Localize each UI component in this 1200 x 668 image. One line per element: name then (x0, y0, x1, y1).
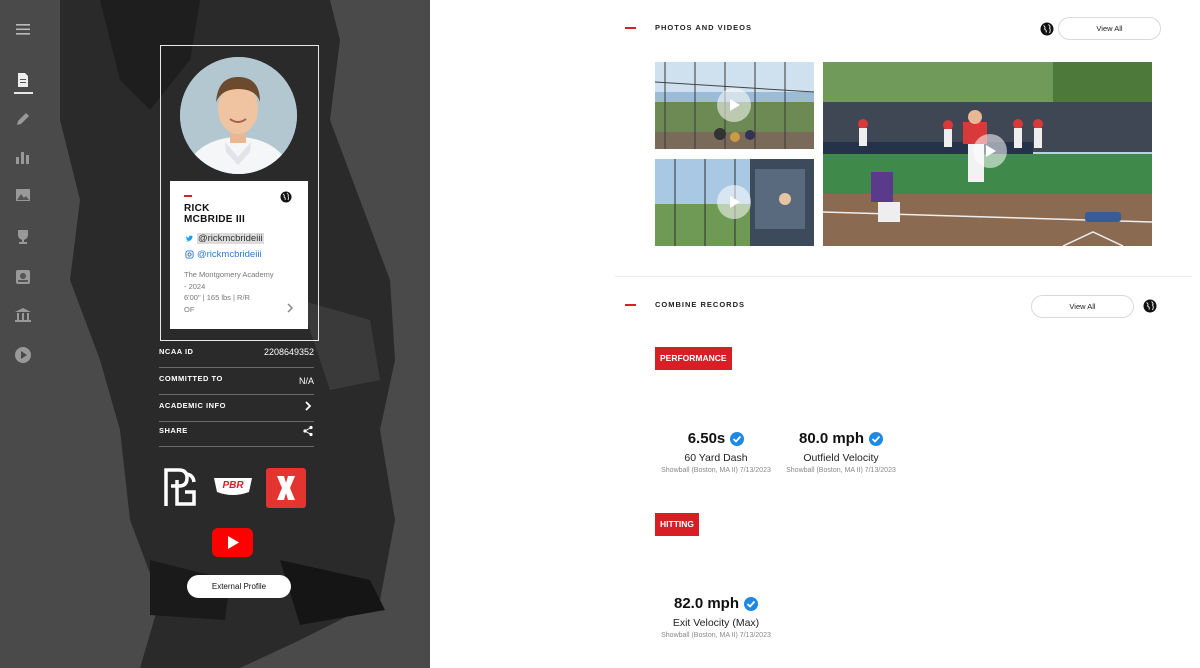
perfect-game-logo[interactable] (163, 466, 197, 508)
document-icon[interactable] (14, 71, 32, 89)
stat-source: Showball (Boston, MA II) 7/13/2023 (661, 632, 771, 639)
academic-info-label: ACADEMIC INFO (159, 401, 226, 410)
active-nav-indicator (14, 92, 33, 94)
stat-name: Outfield Velocity (803, 452, 879, 464)
class-year: - 2024 (184, 282, 206, 291)
share-row[interactable]: SHARE (159, 422, 314, 447)
stat-value: 6.50s (687, 430, 726, 447)
share-label: SHARE (159, 426, 188, 435)
twitter-link[interactable]: @rickmcbrideiii (185, 233, 264, 244)
combine-section-dash (625, 304, 636, 306)
video-thumbnail-large[interactable] (823, 62, 1152, 246)
verified-check-icon (744, 596, 759, 611)
globe-icon[interactable] (1040, 22, 1054, 36)
stat-name: Exit Velocity (Max) (672, 617, 760, 629)
globe-icon[interactable] (1143, 299, 1157, 313)
school-info: The Montgomery Academy - 2024 (184, 269, 284, 293)
twitter-handle[interactable]: @rickmcbrideiii (197, 233, 264, 244)
school-name: The Montgomery Academy (184, 270, 274, 279)
pbr-logo[interactable]: PBR (212, 474, 254, 498)
combine-view-all-button[interactable]: View All (1031, 295, 1134, 318)
stat-60-yard-dash: 6.50s 60 Yard Dash Showball (Boston, MA … (651, 430, 781, 474)
pencil-icon[interactable] (14, 110, 32, 128)
photos-section-dash (625, 27, 636, 29)
mailbox-icon[interactable] (14, 268, 32, 286)
ncaa-id-label: NCAA ID (159, 347, 194, 356)
photos-videos-title: PHOTOS AND VIDEOS (655, 23, 753, 32)
globe-icon[interactable] (280, 191, 292, 203)
hitting-tag: HITTING (655, 513, 699, 536)
player-avatar (180, 57, 297, 174)
video-thumbnail-2[interactable] (655, 159, 814, 246)
x-logo[interactable] (266, 468, 306, 508)
stat-source: Showball (Boston, MA II) 7/13/2023 (786, 467, 896, 474)
external-profile-button[interactable]: External Profile (187, 575, 291, 598)
bar-chart-icon[interactable] (14, 148, 32, 166)
stat-value: 80.0 mph (798, 430, 865, 447)
academic-info-row[interactable]: ACADEMIC INFO (159, 397, 314, 422)
combine-records-title: COMBINE RECORDS (655, 300, 746, 309)
player-last-name: MCBRIDE III (184, 214, 246, 225)
menu-icon[interactable] (14, 20, 32, 38)
stat-outfield-velocity: 80.0 mph Outfield Velocity Showball (Bos… (776, 430, 906, 474)
verified-check-icon (869, 431, 884, 446)
play-circle-icon[interactable] (14, 346, 32, 364)
image-icon[interactable] (14, 186, 32, 204)
play-icon[interactable] (973, 134, 1007, 168)
stat-value-row: 82.0 mph (673, 595, 759, 612)
stat-value-row: 6.50s (688, 430, 745, 447)
left-profile-panel: RICK MCBRIDE III @rickmcbrideiii @rickmc… (0, 0, 430, 668)
instagram-link[interactable]: @rickmcbrideiii (185, 249, 262, 260)
youtube-icon[interactable] (212, 528, 253, 557)
section-divider (615, 276, 1192, 277)
trophy-icon[interactable] (14, 228, 32, 246)
play-icon[interactable] (717, 88, 751, 122)
twitter-icon (185, 235, 194, 242)
svg-text:PBR: PBR (222, 480, 244, 491)
performance-tag: PERFORMANCE (655, 347, 732, 370)
stat-exit-velocity: 82.0 mph Exit Velocity (Max) Showball (B… (651, 595, 781, 639)
chevron-right-icon[interactable] (302, 400, 314, 412)
verified-check-icon (730, 431, 745, 446)
play-icon[interactable] (717, 185, 751, 219)
instagram-icon (185, 250, 194, 259)
profile-card[interactable]: RICK MCBRIDE III @rickmcbrideiii @rickmc… (170, 181, 308, 329)
card-accent-dash (184, 195, 192, 197)
share-icon[interactable] (302, 425, 314, 437)
player-measurements: 6'00" | 165 lbs | R/R (184, 293, 250, 302)
committed-to-label: COMMITTED TO (159, 374, 223, 383)
stat-value-row: 80.0 mph (798, 430, 884, 447)
player-position: OF (184, 305, 195, 314)
bank-icon[interactable] (14, 306, 32, 324)
stat-source: Showball (Boston, MA II) 7/13/2023 (661, 467, 771, 474)
ncaa-id-value: 2208649352 (263, 347, 314, 357)
ncaa-id-row: NCAA ID 2208649352 (159, 343, 314, 368)
committed-to-row: COMMITTED TO N/A (159, 370, 314, 395)
video-thumbnail-1[interactable] (655, 62, 814, 149)
photos-view-all-button[interactable]: View All (1058, 17, 1161, 40)
stat-value: 82.0 mph (673, 595, 740, 612)
committed-to-value: N/A (298, 376, 314, 386)
instagram-handle[interactable]: @rickmcbrideiii (197, 249, 262, 260)
player-first-name: RICK (184, 203, 210, 214)
chevron-right-icon[interactable] (286, 303, 294, 313)
stat-name: 60 Yard Dash (684, 452, 748, 464)
